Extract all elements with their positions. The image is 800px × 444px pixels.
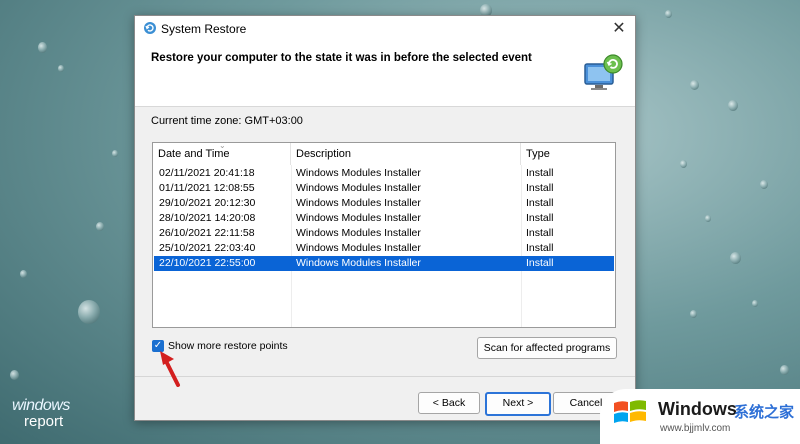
- system-restore-icon: [144, 22, 156, 34]
- column-header-description[interactable]: Description: [291, 143, 521, 165]
- column-header-type[interactable]: Type: [521, 143, 615, 165]
- close-button[interactable]: ✕: [609, 19, 629, 39]
- show-more-label: Show more restore points: [168, 340, 288, 352]
- cell-date: 22/10/2021 22:55:00: [159, 257, 256, 269]
- raindrop: [760, 180, 768, 189]
- title-bar[interactable]: System Restore ✕: [135, 16, 635, 42]
- cell-description: Windows Modules Installer: [296, 212, 421, 224]
- raindrop: [780, 365, 789, 375]
- cell-date: 29/10/2021 20:12:30: [159, 197, 256, 209]
- table-row[interactable]: 01/11/2021 12:08:55 Windows Modules Inst…: [154, 181, 614, 196]
- cell-type: Install: [526, 242, 554, 254]
- desktop-background: { "dialog": { "title": "System Restore",…: [0, 0, 800, 444]
- cell-description: Windows Modules Installer: [296, 257, 421, 269]
- windows-report-logo: windows report: [12, 398, 70, 430]
- raindrop: [78, 300, 100, 324]
- column-header-type-label: Type: [526, 148, 550, 160]
- cell-type: Install: [526, 167, 554, 179]
- raindrop: [10, 370, 19, 380]
- raindrop: [728, 100, 738, 111]
- cell-description: Windows Modules Installer: [296, 197, 421, 209]
- raindrop: [705, 215, 711, 222]
- table-row[interactable]: 25/10/2021 22:03:40 Windows Modules Inst…: [154, 241, 614, 256]
- windows-xitongzhijia-watermark: Windows 系统之家 www.bjjmlv.com: [600, 389, 800, 444]
- xitongzhijia-text: 系统之家: [734, 404, 795, 421]
- cell-description: Windows Modules Installer: [296, 242, 421, 254]
- raindrop: [112, 150, 118, 157]
- raindrop: [690, 310, 697, 318]
- windows-brand-text: Windows: [658, 399, 737, 419]
- computer-restore-icon: [584, 54, 623, 90]
- table-row[interactable]: 28/10/2021 14:20:08 Windows Modules Inst…: [154, 211, 614, 226]
- watermark-url: www.bjjmlv.com: [660, 423, 731, 434]
- cell-description: Windows Modules Installer: [296, 167, 421, 179]
- cell-description: Windows Modules Installer: [296, 182, 421, 194]
- system-restore-dialog: System Restore ✕ Restore your computer t…: [134, 15, 636, 421]
- windows-report-line2: report: [24, 413, 64, 430]
- raindrop: [96, 222, 104, 231]
- cell-date: 25/10/2021 22:03:40: [159, 242, 256, 254]
- column-header-description-label: Description: [296, 148, 352, 160]
- cell-date: 26/10/2021 22:11:58: [159, 227, 255, 239]
- cell-type: Install: [526, 212, 554, 224]
- cell-type: Install: [526, 227, 554, 239]
- table-row-selected[interactable]: 22/10/2021 22:55:00 Windows Modules Inst…: [154, 256, 614, 271]
- raindrop: [752, 300, 758, 307]
- current-time-zone: Current time zone: GMT+03:00: [151, 115, 303, 127]
- column-header-date[interactable]: Date and Time ⌄: [153, 141, 291, 165]
- raindrop: [665, 10, 672, 18]
- raindrop: [690, 80, 699, 90]
- cell-type: Install: [526, 257, 554, 269]
- back-button[interactable]: < Back: [418, 392, 480, 414]
- cell-date: 02/11/2021 20:41:18: [159, 167, 255, 179]
- cell-type: Install: [526, 197, 554, 209]
- cell-description: Windows Modules Installer: [296, 227, 421, 239]
- raindrop: [58, 65, 64, 72]
- table-row[interactable]: 29/10/2021 20:12:30 Windows Modules Inst…: [154, 196, 614, 211]
- scan-affected-programs-button[interactable]: Scan for affected programs: [477, 337, 617, 359]
- header-band: Restore your computer to the state it wa…: [135, 42, 635, 107]
- table-row[interactable]: 02/11/2021 20:41:18 Windows Modules Inst…: [154, 166, 614, 181]
- footer-divider: [135, 376, 635, 377]
- sort-caret-icon: ⌄: [219, 141, 226, 150]
- raindrop: [730, 252, 741, 264]
- restore-points-list[interactable]: Date and Time ⌄ Description Type 02/11/2…: [152, 142, 616, 328]
- red-arrow-icon: [160, 351, 180, 387]
- raindrop: [20, 270, 27, 278]
- cell-date: 01/11/2021 12:08:55: [159, 182, 255, 194]
- cell-type: Install: [526, 182, 554, 194]
- windows-report-line1: windows: [12, 397, 70, 414]
- raindrop: [38, 42, 47, 53]
- page-heading: Restore your computer to the state it wa…: [151, 52, 532, 64]
- next-button[interactable]: Next >: [485, 392, 551, 416]
- windows-flag-icon: [614, 400, 646, 423]
- window-title: System Restore: [161, 22, 247, 36]
- cell-date: 28/10/2021 14:20:08: [159, 212, 256, 224]
- raindrop: [680, 160, 687, 168]
- table-row[interactable]: 26/10/2021 22:11:58 Windows Modules Inst…: [154, 226, 614, 241]
